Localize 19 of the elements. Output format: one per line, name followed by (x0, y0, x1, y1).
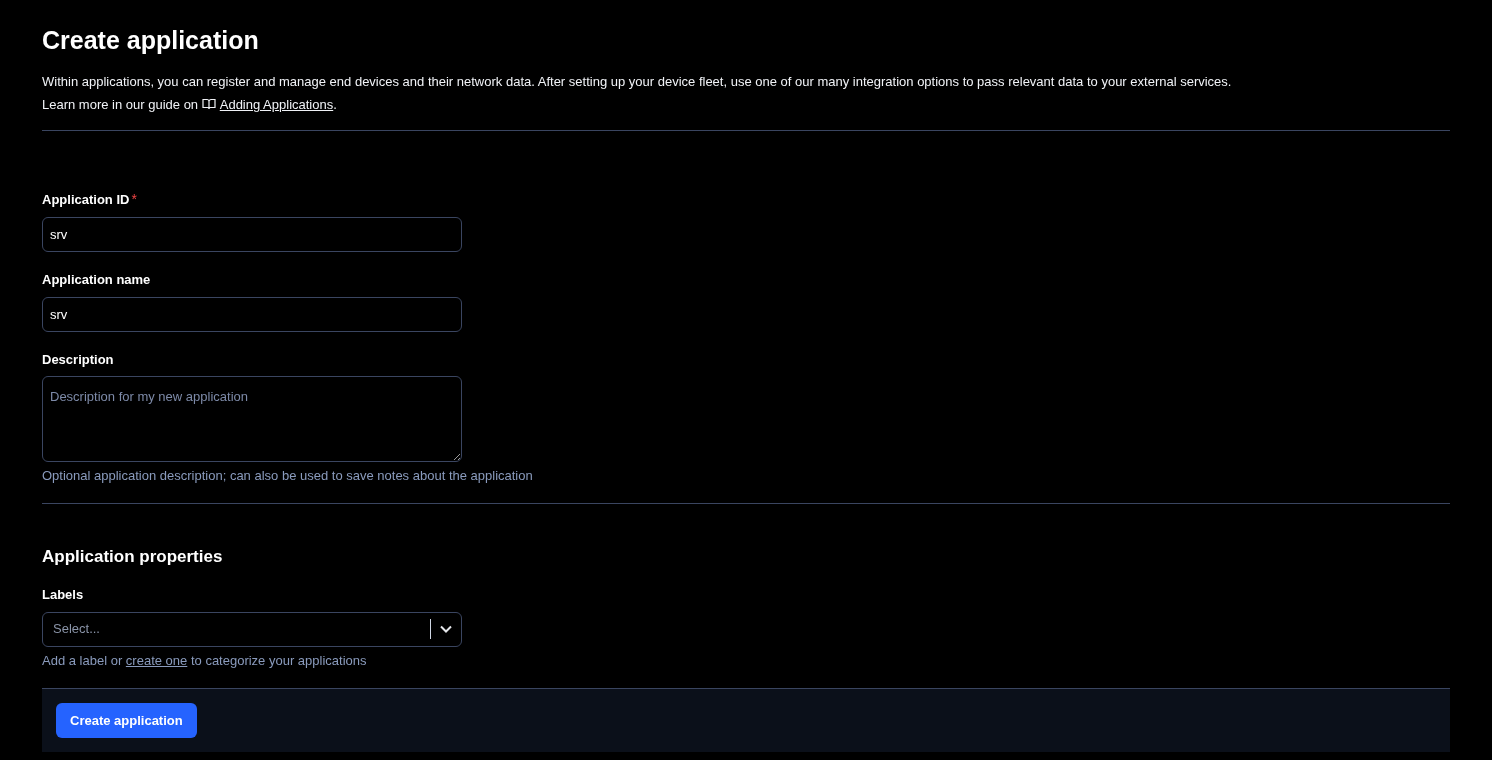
book-icon (201, 98, 216, 110)
create-application-button[interactable]: Create application (56, 703, 197, 738)
section-title: Application properties (42, 545, 224, 568)
guide-text: Learn more in our guide on Adding Applications. (42, 96, 338, 114)
field-label: Labels (42, 586, 84, 604)
labels-select[interactable]: Select... (42, 611, 462, 647)
required-mark: * (131, 190, 137, 209)
chevron-down-icon (439, 624, 453, 634)
page-title: Create application (42, 25, 260, 56)
field-label: Description (42, 350, 114, 369)
text-field[interactable]: srv (42, 296, 462, 332)
description-field[interactable]: Description for my new application (42, 376, 462, 462)
hint-text: Optional application description; can also be used to save notes about the application (42, 467, 534, 485)
create-label-link[interactable]: create one (125, 652, 188, 668)
field-label: Application name (42, 271, 151, 289)
hint-text: Add a label or create one to categorize your applications (42, 651, 368, 670)
text-field[interactable]: srv (42, 217, 462, 252)
field-label: Application ID (42, 190, 130, 209)
intro-text: Within applications, you can register and manage end devices and their network data. After setting up your device fleet, use one of our many integration options to pass relevant data to your external services. (42, 73, 1233, 91)
